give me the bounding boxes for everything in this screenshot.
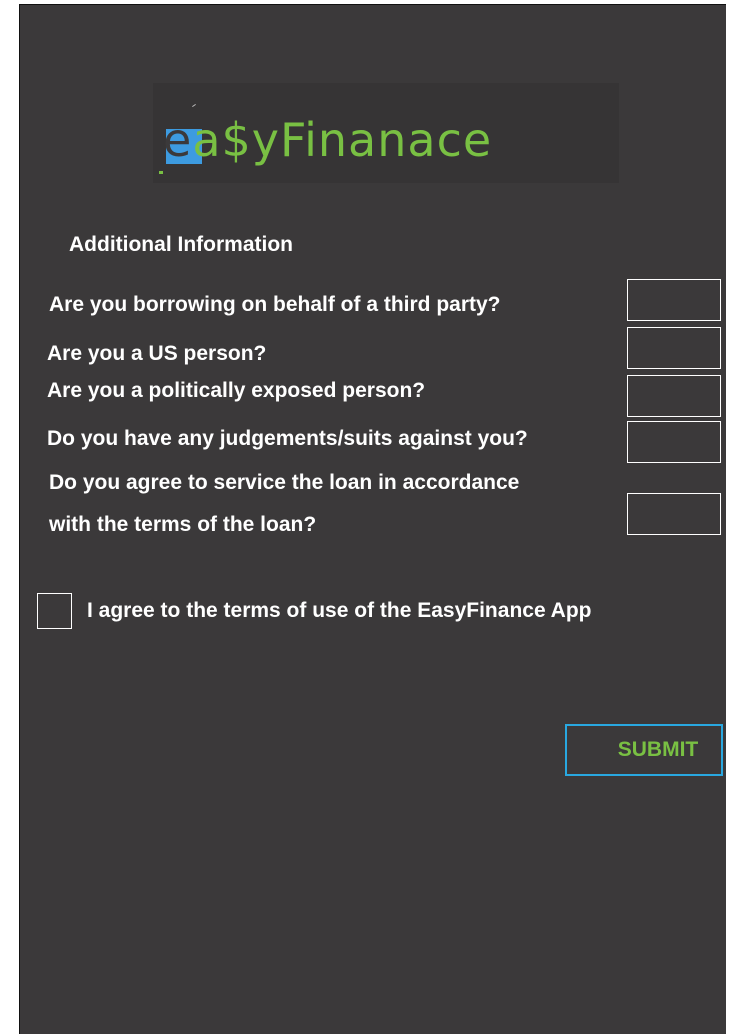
question-judgements: Do you have any judgements/suits against… — [47, 427, 528, 450]
question-service-loan-line1: Do you agree to service the loan in acco… — [49, 471, 520, 494]
submit-button[interactable]: SUBMIT — [565, 724, 723, 776]
terms-label: I agree to the terms of use of the EasyF… — [87, 599, 592, 622]
question-service-loan-line2: with the terms of the loan? — [49, 513, 317, 536]
answer-field-third-party[interactable] — [627, 279, 721, 321]
logo-letters-rest: a$yFinanace — [192, 113, 493, 167]
answer-field-us-person[interactable] — [627, 327, 721, 369]
section-title: Additional Information — [69, 233, 293, 256]
question-politically-exposed: Are you a politically exposed person? — [47, 379, 426, 402]
logo-wordmark: ea$yFinanace — [163, 113, 492, 167]
question-third-party: Are you borrowing on behalf of a third p… — [49, 293, 501, 316]
answer-field-service-loan[interactable] — [627, 493, 721, 535]
logo-letter-e: e — [163, 113, 193, 167]
answer-field-politically-exposed[interactable] — [627, 375, 721, 417]
easyfinance-logo: ea$yFinanace — [153, 83, 619, 183]
terms-checkbox[interactable] — [37, 593, 72, 629]
answer-field-judgements[interactable] — [627, 421, 721, 463]
logo-accent — [192, 103, 196, 108]
question-us-person: Are you a US person? — [47, 342, 267, 365]
logo-tick — [159, 171, 163, 174]
app-screen: ea$yFinanace Additional Information Are … — [19, 4, 726, 1034]
